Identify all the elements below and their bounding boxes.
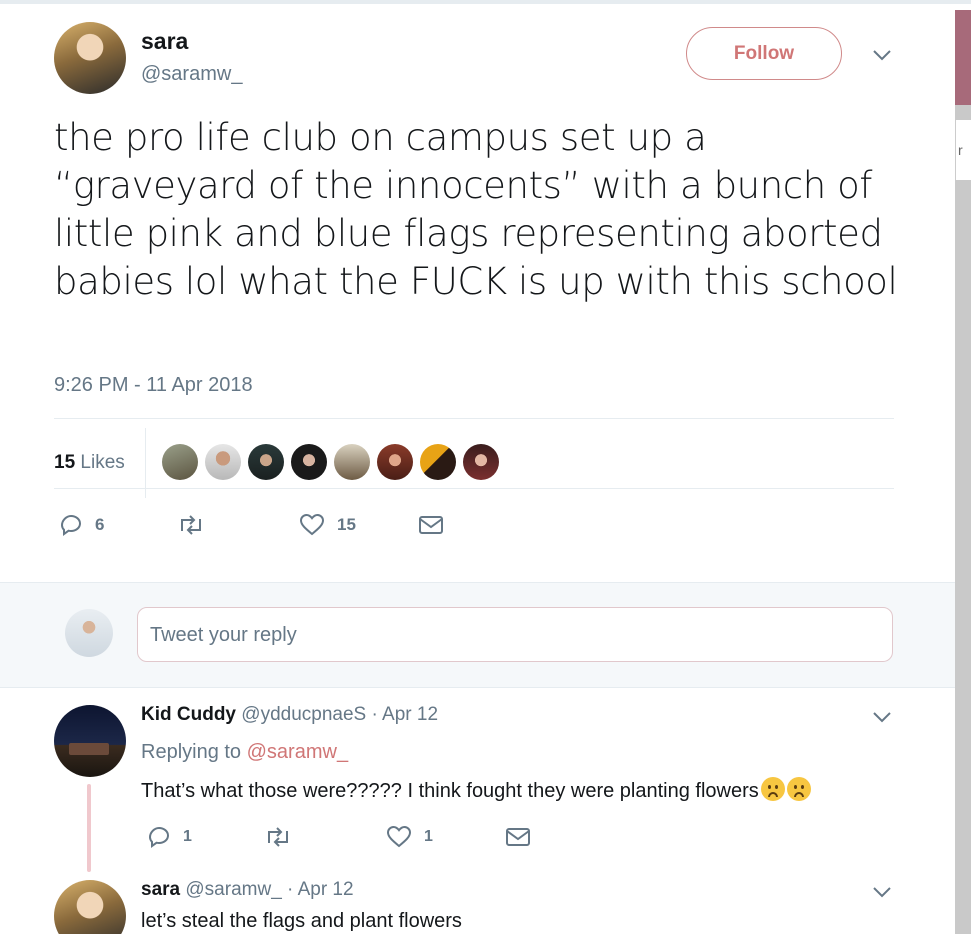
reply-action[interactable]: 1 [147,825,192,849]
current-user-avatar[interactable] [65,609,113,657]
reply-author-name: Kid Cuddy [141,704,236,725]
reply-avatar[interactable] [54,880,126,934]
likes-count: 15 [54,452,76,473]
reply-text: let’s steal the flags and plant flowers [141,910,462,932]
tweet-timestamp[interactable]: 9:26 PM - 11 Apr 2018 [54,374,253,397]
reply-icon [147,825,171,849]
replying-to: Replying to @saramw_ [141,741,349,763]
background-header-accent [955,10,971,105]
chevron-down-icon[interactable] [872,885,892,899]
reply-author-handle: @ydducpnaeS · Apr 12 [241,704,439,725]
like-count: 15 [337,515,356,534]
liker-avatar[interactable] [420,444,456,480]
message-action[interactable] [505,825,531,849]
liker-avatar[interactable] [377,444,413,480]
frowning-face-icon [786,777,811,801]
divider [54,418,894,419]
follow-button[interactable]: Follow [686,27,842,80]
tweet-text: the pro life club on campus set up a “gr… [54,116,898,303]
message-icon [505,825,531,849]
reply-author-handle: @saramw_ · Apr 12 [185,879,354,900]
like-count: 1 [424,828,433,845]
reply-count: 6 [95,515,105,534]
message-icon [418,513,444,537]
reply-input[interactable]: Tweet your reply [137,607,893,662]
liker-avatar[interactable] [248,444,284,480]
chevron-down-icon[interactable] [872,710,892,724]
replying-to-link[interactable]: @saramw_ [247,741,348,763]
reply-author[interactable]: Kid Cuddy @ydducpnaeS · Apr 12 [141,704,438,726]
author-name[interactable]: sara [141,28,188,55]
heart-icon [386,825,412,849]
thread-connector [87,784,91,872]
reply-avatar[interactable] [54,705,126,777]
reply-icon [59,513,83,537]
author-avatar[interactable] [54,22,126,94]
reply-text: That’s what those were????? I think foug… [141,777,811,803]
likes-label: Likes [80,452,125,473]
liker-avatar[interactable] [162,444,198,480]
liker-avatar[interactable] [291,444,327,480]
likes-summary[interactable]: 15 Likes [54,452,125,474]
reply-author[interactable]: sara @saramw_ · Apr 12 [141,879,354,901]
retweet-icon [176,513,206,537]
retweet-action[interactable] [263,825,293,849]
likers-avatars [162,444,499,480]
background-page-edge: r [955,10,971,934]
reply-author-name: sara [141,879,181,900]
background-panel: r [955,120,971,180]
reply-count: 1 [183,828,192,845]
author-handle[interactable]: @saramw_ [141,63,242,86]
divider [54,488,894,489]
like-action[interactable]: 1 [386,825,433,849]
like-action[interactable]: 15 [299,513,356,537]
frowning-face-icon [760,777,785,801]
liker-avatar[interactable] [334,444,370,480]
heart-icon [299,513,325,537]
tweet-permalink-overlay: sara @saramw_ Follow the pro life club o… [0,10,955,934]
chevron-down-icon[interactable] [872,48,892,62]
liker-avatar[interactable] [205,444,241,480]
message-action[interactable] [418,513,444,537]
reply-composer: Tweet your reply [0,582,955,688]
reply-action[interactable]: 6 [59,513,104,537]
retweet-icon [263,825,293,849]
retweet-action[interactable] [176,513,218,537]
liker-avatar[interactable] [463,444,499,480]
